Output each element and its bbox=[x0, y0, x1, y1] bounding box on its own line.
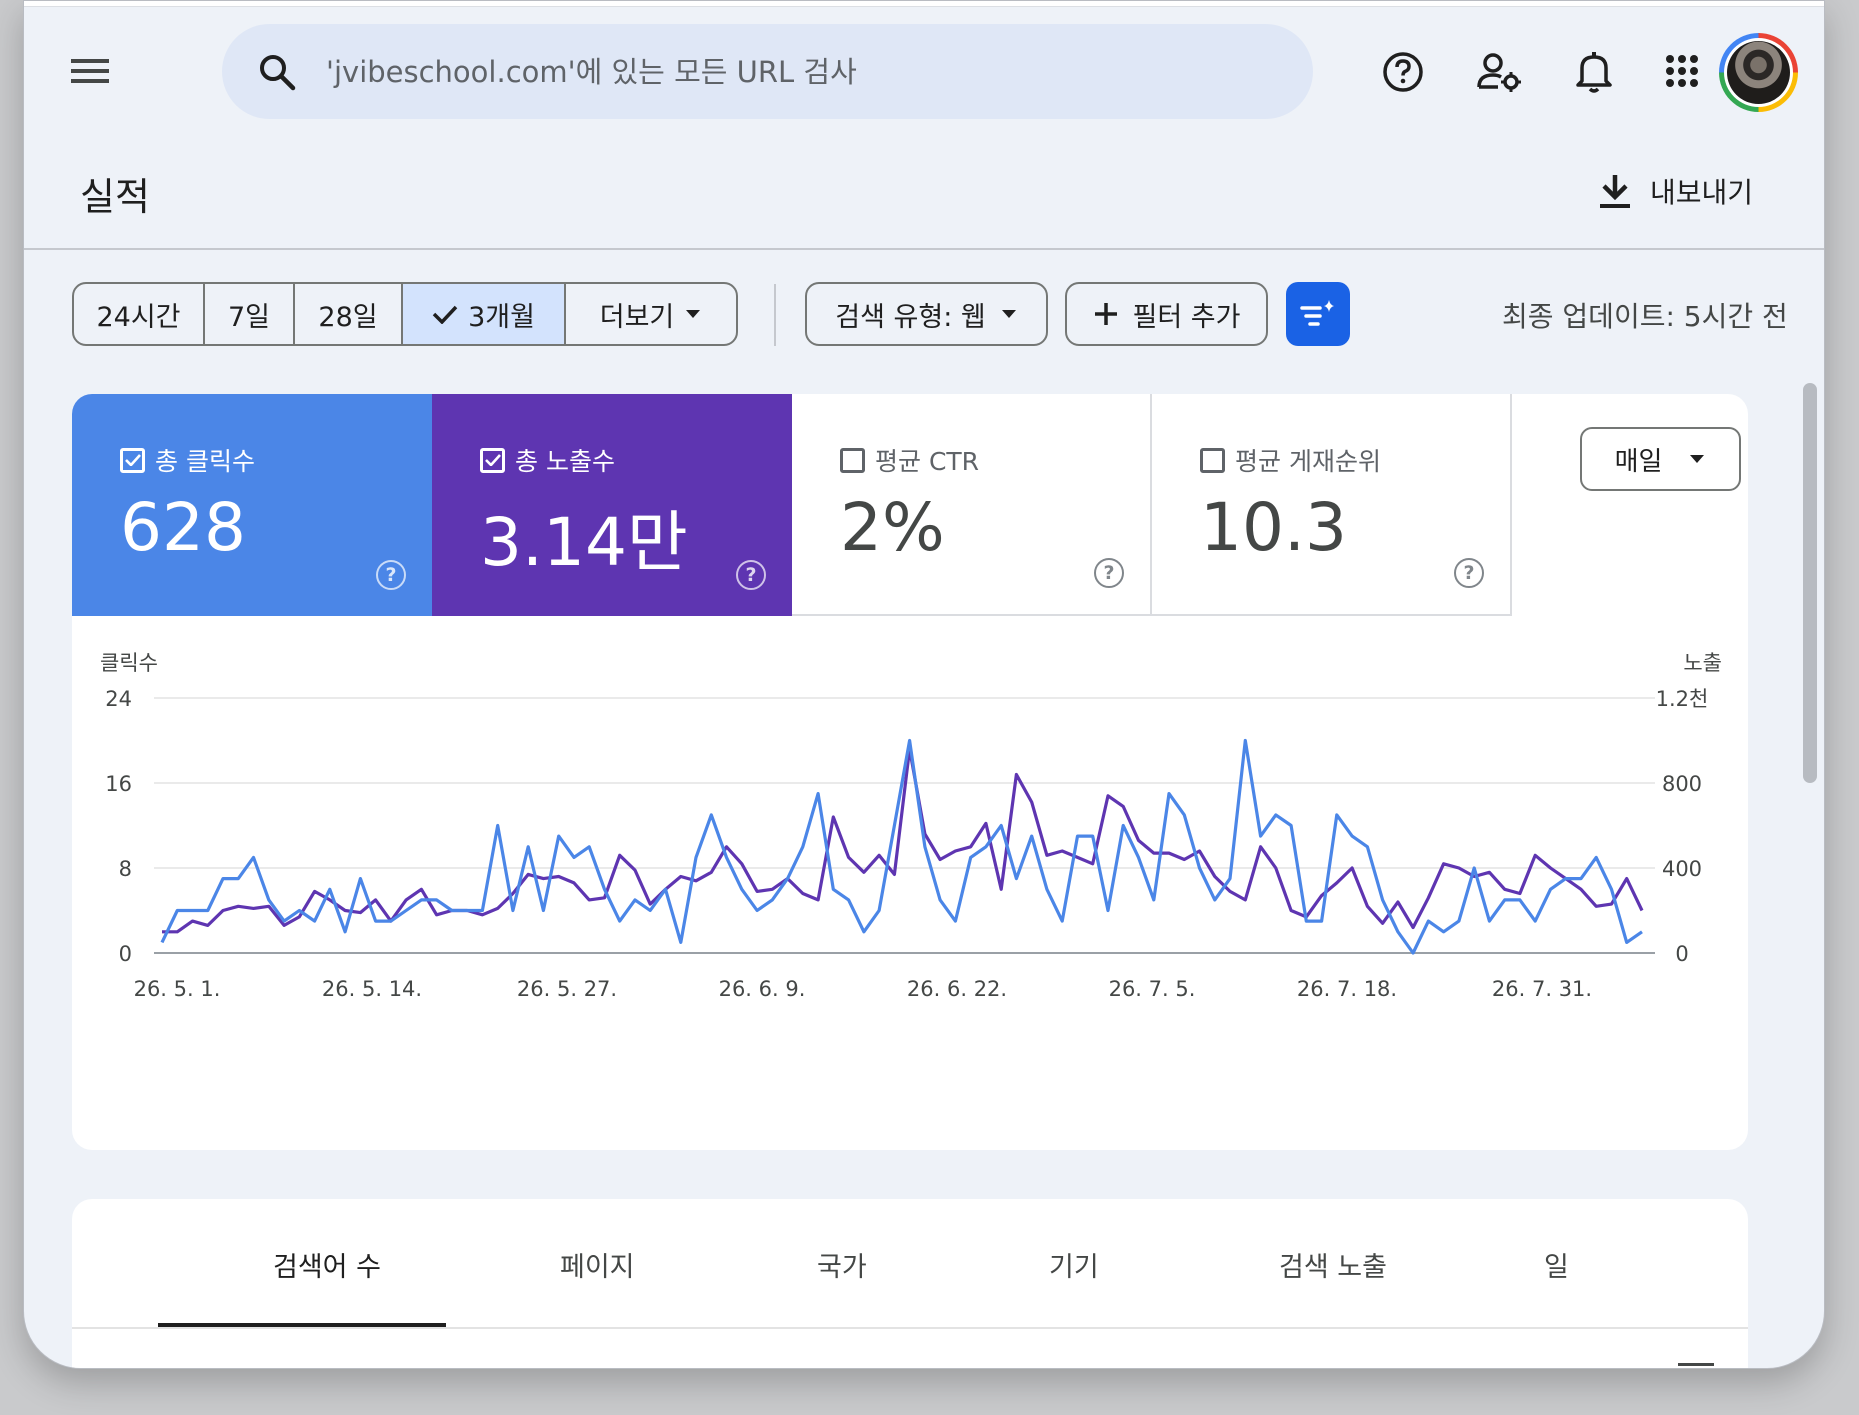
ai-filter-button[interactable] bbox=[1286, 282, 1350, 346]
metric-value: 628 bbox=[120, 489, 246, 566]
range-more[interactable]: 더보기 bbox=[566, 284, 736, 344]
tab-dates[interactable]: 일 bbox=[1544, 1245, 1569, 1284]
range-24h[interactable]: 24시간 bbox=[74, 284, 205, 344]
performance-card: 총 클릭수 628 ? 총 노출수 3.14만 ? 평균 CTR 2% ? 평균 bbox=[72, 394, 1748, 1150]
series-line-clicks bbox=[160, 738, 1643, 955]
range-3m-label: 3개월 bbox=[468, 301, 535, 333]
download-icon bbox=[1600, 175, 1630, 208]
filter-separator bbox=[774, 284, 776, 346]
export-button[interactable]: 내보내기 bbox=[1598, 167, 1753, 215]
dimension-tabs: 검색어 수 페이지 국가 기기 검색 노출 일 bbox=[72, 1199, 1748, 1368]
window-top-strip bbox=[24, 1, 1824, 7]
metric-average-ctr[interactable]: 평균 CTR 2% ? bbox=[792, 394, 1152, 616]
collapse-handle[interactable] bbox=[1678, 1363, 1714, 1366]
plus-icon bbox=[1094, 303, 1117, 325]
metric-total-impressions[interactable]: 총 노출수 3.14만 ? bbox=[432, 394, 792, 616]
x-tick-label: 26. 5. 1. bbox=[134, 977, 221, 1001]
chevron-down-icon bbox=[1001, 310, 1016, 318]
checkbox-checked-icon[interactable] bbox=[480, 447, 505, 473]
granularity-label: 매일 bbox=[1614, 446, 1663, 477]
search-type-dropdown[interactable]: 검색 유형: 웹 bbox=[805, 282, 1048, 346]
range-3m[interactable]: 3개월 bbox=[403, 284, 566, 344]
x-tick-label: 26. 6. 22. bbox=[907, 977, 1007, 1001]
metric-total-clicks[interactable]: 총 클릭수 628 ? bbox=[72, 394, 432, 616]
x-tick-label: 26. 5. 14. bbox=[322, 977, 422, 1001]
checkbox-empty-icon[interactable] bbox=[840, 447, 865, 473]
export-label: 내보내기 bbox=[1650, 176, 1754, 209]
help-icon[interactable]: ? bbox=[1094, 558, 1124, 588]
sparkle-filter-icon bbox=[1300, 300, 1334, 326]
metric-label-text: 총 노출수 bbox=[515, 447, 615, 476]
tab-pages[interactable]: 페이지 bbox=[560, 1245, 635, 1284]
check-icon bbox=[432, 305, 458, 324]
range-more-label: 더보기 bbox=[599, 301, 675, 333]
checkbox-empty-icon[interactable] bbox=[1200, 447, 1225, 473]
granularity-dropdown[interactable]: 매일 bbox=[1580, 427, 1741, 491]
right-tick-label: 400 bbox=[1662, 857, 1702, 881]
left-axis-title: 클릭수 bbox=[100, 651, 158, 675]
performance-chart: 클릭수 노출24 1.2천16 8008 4000 026. 5. 1. 26. 5. 14… bbox=[100, 651, 1722, 1001]
search-icon[interactable] bbox=[258, 53, 296, 91]
metric-label: 총 노출수 bbox=[480, 442, 615, 478]
x-tick-label: 26. 7. 31. bbox=[1492, 977, 1592, 1001]
help-icon[interactable]: ? bbox=[736, 560, 766, 590]
scrollbar-thumb[interactable] bbox=[1803, 383, 1817, 783]
metric-label-text: 평균 게재순위 bbox=[1235, 447, 1381, 476]
range-28d-label: 28일 bbox=[318, 301, 378, 333]
tab-search-appearance[interactable]: 검색 노출 bbox=[1279, 1245, 1387, 1284]
left-tick-label: 8 bbox=[119, 857, 132, 881]
right-tick-label: 800 bbox=[1662, 772, 1702, 796]
manage-users-icon[interactable] bbox=[1475, 49, 1523, 95]
app-window: 실적 내보내기 24시간 7일 28일 3개월 더보기 검색 유형: 웹 필터 … bbox=[23, 0, 1825, 1369]
metric-value: 2% bbox=[840, 489, 945, 566]
search-input[interactable] bbox=[326, 54, 1226, 89]
avatar[interactable] bbox=[1719, 33, 1798, 112]
range-7d-label: 7일 bbox=[227, 301, 271, 333]
x-tick-label: 26. 7. 18. bbox=[1297, 977, 1397, 1001]
page-title: 실적 bbox=[80, 175, 150, 219]
tabs-divider bbox=[72, 1327, 1748, 1329]
metric-label: 평균 CTR bbox=[840, 442, 979, 478]
left-tick-label: 16 bbox=[105, 772, 132, 796]
left-tick-label: 24 bbox=[105, 687, 132, 711]
range-28d[interactable]: 28일 bbox=[295, 284, 403, 344]
menu-icon[interactable] bbox=[68, 49, 112, 93]
tab-countries[interactable]: 국가 bbox=[817, 1245, 867, 1284]
metric-label: 총 클릭수 bbox=[120, 442, 255, 478]
apps-icon[interactable] bbox=[1662, 51, 1702, 91]
range-24h-label: 24시간 bbox=[96, 301, 181, 333]
help-icon[interactable] bbox=[1380, 49, 1426, 95]
right-axis-title: 노출 bbox=[1683, 651, 1722, 675]
tab-queries[interactable]: 검색어 수 bbox=[273, 1245, 381, 1284]
metric-average-position[interactable]: 평균 게재순위 10.3 ? bbox=[1152, 394, 1512, 616]
metric-label-text: 총 클릭수 bbox=[155, 447, 255, 476]
notifications-icon[interactable] bbox=[1573, 47, 1615, 95]
tab-devices[interactable]: 기기 bbox=[1049, 1245, 1099, 1284]
url-inspection-search[interactable] bbox=[222, 24, 1313, 119]
right-tick-label: 0 bbox=[1675, 942, 1688, 966]
left-tick-label: 0 bbox=[119, 942, 132, 966]
metric-value: 10.3 bbox=[1200, 489, 1347, 566]
metric-value: 3.14만 bbox=[480, 504, 688, 581]
search-type-label: 검색 유형: 웹 bbox=[835, 301, 986, 333]
last-update-text: 최종 업데이트: 5시간 전 bbox=[1502, 300, 1788, 333]
chevron-down-icon bbox=[1690, 455, 1705, 463]
checkbox-checked-icon[interactable] bbox=[120, 447, 145, 473]
avatar-photo bbox=[1727, 41, 1790, 104]
help-icon[interactable]: ? bbox=[1454, 558, 1484, 588]
date-range-selector: 24시간 7일 28일 3개월 더보기 bbox=[72, 282, 738, 346]
metric-label-text: 평균 CTR bbox=[875, 447, 980, 476]
range-7d[interactable]: 7일 bbox=[205, 284, 295, 344]
x-tick-label: 26. 6. 9. bbox=[719, 977, 806, 1001]
chevron-down-icon bbox=[686, 310, 701, 318]
metric-label: 평균 게재순위 bbox=[1200, 442, 1381, 478]
x-tick-label: 26. 5. 27. bbox=[517, 977, 617, 1001]
add-filter-button[interactable]: 필터 추가 bbox=[1065, 282, 1268, 346]
avatar-ring bbox=[1724, 38, 1793, 107]
x-tick-label: 26. 7. 5. bbox=[1109, 977, 1196, 1001]
add-filter-label: 필터 추가 bbox=[1132, 301, 1241, 333]
right-tick-label: 1.2천 bbox=[1656, 687, 1709, 711]
header-divider bbox=[24, 248, 1824, 250]
help-icon[interactable]: ? bbox=[376, 560, 406, 590]
